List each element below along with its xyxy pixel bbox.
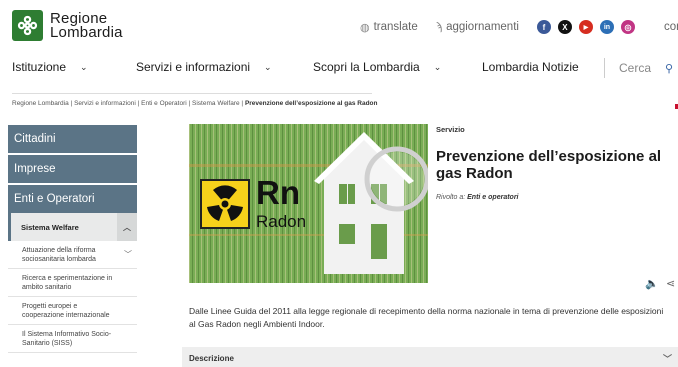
chevron-down-icon: ⌄ [433,61,442,72]
globe-icon: ◍ [360,21,370,34]
nav-item-label: Lombardia Notizie [482,60,579,74]
site-logo[interactable]: Regione Lombardia [12,10,123,41]
accordion-descrizione[interactable]: Descrizione ﹀ [182,347,678,367]
sidebar-item-sistema-welfare[interactable]: Sistema Welfare ︿ [8,213,137,241]
sidebar-item-imprese[interactable]: Imprese [8,155,137,183]
page: Regione Lombardia ◍ translate ϡ aggiorna… [0,0,678,367]
breadcrumb-separator: | [188,100,191,107]
accordion-label: Descrizione [189,353,234,363]
breadcrumb-item[interactable]: Enti e Operatori [141,100,187,107]
audience-prefix: Rivolto a: [436,194,466,201]
sidebar-item-label: Il Sistema Informativo Socio-Sanitario (… [22,331,112,347]
sidebar-item-attuazione[interactable]: Attuazione della riforma sociosanitaria … [8,241,137,269]
nav-item-istituzione[interactable]: Istituzione ⌄ [12,60,88,74]
translate-link[interactable]: ◍ translate [360,21,418,34]
sidebar-item-label: Attuazione della riforma sociosanitaria … [22,247,96,263]
search-icon[interactable]: ⚲ [665,62,673,75]
chevron-down-icon: ⌄ [264,61,272,72]
aggiornamenti-link[interactable]: ϡ aggiornamenti [436,21,519,33]
nav-item-label: Scopri la Lombardia [313,60,420,74]
aggiornamenti-label: aggiornamenti [446,21,519,33]
category-label: Servizio [436,125,465,134]
main-nav: Istituzione ⌄ Servizi e informazioni ⌄ S… [0,60,678,78]
sidebar-sub-label: Sistema Welfare [21,222,79,232]
sidebar-item-label: Progetti europei e cooperazione internaz… [22,303,110,319]
instagram-icon[interactable]: ◎ [620,20,635,34]
breadcrumb-separator: | [241,100,244,107]
breadcrumb-item[interactable]: Servizi e informazioni [74,100,136,107]
sidebar-item-progetti[interactable]: Progetti europei e cooperazione internaz… [8,297,137,325]
logo-rose-icon [12,10,43,41]
search-box[interactable]: Cerca ⚲ [604,58,673,78]
radiation-icon [200,179,250,229]
breadcrumb-separator: | [70,100,73,107]
nav-item-servizi[interactable]: Servizi e informazioni ⌄ [136,60,272,74]
sidebar-item-enti[interactable]: Enti e Operatori [8,185,137,213]
nav-item-scopri[interactable]: Scopri la Lombardia ⌄ [313,60,441,74]
breadcrumb-current: Prevenzione dell’esposizione al gas Rado… [244,100,378,107]
sidebar: Cittadini Imprese Enti e Operatori Siste… [8,125,137,353]
linkedin-icon[interactable]: in [599,20,614,34]
share-icon[interactable]: ⋖ [666,277,675,290]
top-links: ◍ translate ϡ aggiornamenti f X ▶ in ◎ c… [360,20,678,34]
social-links: f X ▶ in ◎ [536,20,642,34]
search-placeholder: Cerca [619,61,652,75]
rss-icon: ϡ [435,21,443,33]
audience-line: Rivolto a: Enti e operatori [436,194,518,201]
intro-text: Dalle Linee Guida del 2011 alla legge re… [189,306,664,329]
breadcrumb-item[interactable]: Regione Lombardia [12,100,69,107]
x-icon[interactable]: X [557,20,572,34]
youtube-icon[interactable]: ▶ [578,20,593,34]
nav-item-notizie[interactable]: Lombardia Notizie [482,60,579,74]
sidebar-item-cittadini[interactable]: Cittadini [8,125,137,153]
sidebar-item-ricerca[interactable]: Ricerca e sperimentazione in ambito sani… [8,269,137,297]
sidebar-item-siss[interactable]: Il Sistema Informativo Socio-Sanitario (… [8,325,137,353]
divider [12,93,372,94]
sidebar-item-label: Ricerca e sperimentazione in ambito sani… [22,275,113,291]
hero-symbol: Rn [256,174,300,211]
breadcrumb: Regione Lombardia | Servizi e informazio… [12,100,378,107]
speaker-icon[interactable]: 🔈 [645,277,659,290]
audience-value[interactable]: Enti e operatori [467,194,518,201]
contatti-link[interactable]: contatti [664,21,678,33]
breadcrumb-item[interactable]: Sistema Welfare [192,100,240,107]
chevron-up-icon[interactable]: ︿ [117,213,137,241]
chevron-down-icon[interactable]: ﹀ [124,250,132,259]
translate-label: translate [373,21,418,33]
page-title: Prevenzione dell’esposizione al gas Rado… [436,148,662,182]
chevron-down-icon[interactable]: ﹀ [663,352,672,365]
facebook-icon[interactable]: f [536,20,551,34]
hero-word: Radon [256,212,307,231]
logo-line-2: Lombardia [50,23,123,41]
breadcrumb-separator: | [137,100,140,107]
nav-item-label: Istituzione [12,60,67,74]
chevron-down-icon: ⌄ [80,61,88,72]
logo-text: Regione Lombardia [50,11,123,41]
nav-item-label: Servizi e informazioni [136,60,251,74]
